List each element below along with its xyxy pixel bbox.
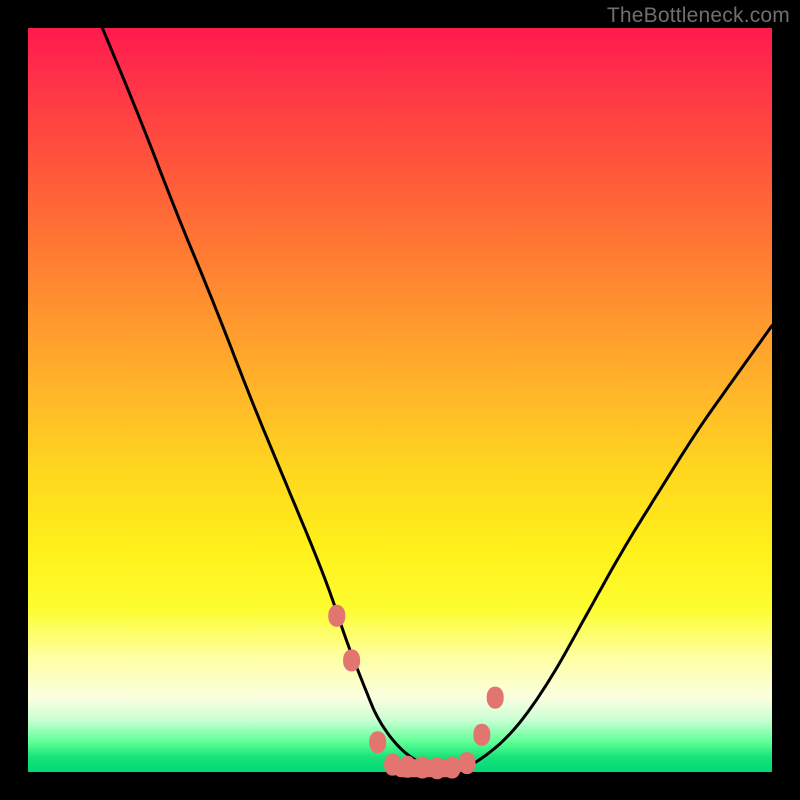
watermark-text: TheBottleneck.com	[607, 4, 790, 28]
marker-basin	[393, 759, 460, 777]
marker-point	[473, 724, 490, 746]
marker-point	[459, 752, 476, 774]
curve-path	[102, 28, 772, 772]
plot-area	[28, 28, 772, 772]
marker-points	[328, 605, 503, 780]
chart-frame: TheBottleneck.com	[0, 0, 800, 800]
marker-point	[487, 687, 504, 709]
marker-point	[328, 605, 345, 627]
chart-svg	[28, 28, 772, 772]
marker-point	[343, 649, 360, 671]
marker-point	[369, 731, 386, 753]
bottleneck-curve	[102, 28, 772, 772]
